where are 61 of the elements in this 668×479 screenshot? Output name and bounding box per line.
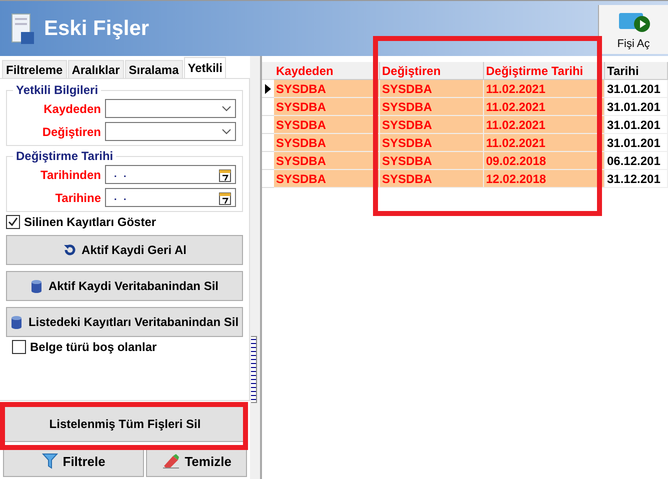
filter-icon <box>42 453 58 469</box>
table-cell: 11.02.2021 <box>484 134 605 152</box>
splitter-grip[interactable] <box>251 336 257 403</box>
field-label: Değiştiren <box>41 124 101 138</box>
date-field[interactable]: . . <box>105 188 236 207</box>
table-cell: SYSDBA <box>380 80 484 98</box>
table-cell: 31.01.201 <box>605 98 668 116</box>
table-cell: 06.12.201 <box>605 152 668 170</box>
database-icon <box>10 314 24 330</box>
action-button[interactable]: Aktif Kaydi Veritabanindan Sil <box>6 271 243 301</box>
database-icon <box>30 278 44 294</box>
calendar-icon <box>219 168 231 182</box>
tab[interactable]: Yetkili <box>184 57 226 78</box>
current-row-icon <box>265 84 271 94</box>
field-label: Kaydeden <box>42 102 101 116</box>
toolbar-button[interactable]: Fişi Aç <box>598 5 668 54</box>
window-title: Eski Fişler <box>44 16 150 40</box>
table-cell: SYSDBA <box>380 98 484 116</box>
undo-icon <box>62 243 77 257</box>
tab[interactable]: Sıralama <box>124 60 183 78</box>
table-cell: SYSDBA <box>380 152 484 170</box>
group-title: Değiştirme Tarihi <box>15 149 114 163</box>
group-title: Yetkili Bilgileri <box>15 83 100 97</box>
date-field[interactable]: . . <box>105 165 236 184</box>
table-cell: 11.02.2021 <box>484 80 605 98</box>
table-cell: 31.12.201 <box>605 170 668 188</box>
tab[interactable]: Filtreleme <box>2 60 67 78</box>
field-label: Tarihinden <box>40 168 101 182</box>
table-cell: SYSDBA <box>380 134 484 152</box>
calendar-icon <box>219 190 231 204</box>
checkbox[interactable] <box>12 340 26 354</box>
checkbox-label: Belge türü boş olanlar <box>30 340 157 354</box>
table-cell: 31.01.201 <box>605 80 668 98</box>
table-cell: 12.02.2018 <box>484 170 605 188</box>
eraser-icon <box>162 453 180 469</box>
table-cell: SYSDBA <box>274 98 380 116</box>
table-cell: SYSDBA <box>380 116 484 134</box>
column-header[interactable]: Kaydeden <box>274 62 380 80</box>
table-cell: SYSDBA <box>274 80 380 98</box>
column-header[interactable]: Değiştiren <box>380 62 484 80</box>
column-header[interactable]: Tarihi <box>605 62 668 80</box>
table-cell: 31.01.201 <box>605 116 668 134</box>
table-cell: SYSDBA <box>274 134 380 152</box>
table-cell: SYSDBA <box>274 152 380 170</box>
action-button[interactable]: Listedeki Kayıtları Veritabanindan Sil <box>6 307 243 337</box>
table-cell: SYSDBA <box>274 116 380 134</box>
table-cell: 09.02.2018 <box>484 152 605 170</box>
checkbox[interactable] <box>6 215 20 229</box>
column-header[interactable]: Değiştirme Tarihi <box>484 62 605 80</box>
document-icon <box>10 12 36 46</box>
table-cell: 31.01.201 <box>605 134 668 152</box>
checkbox-label: Silinen Kayıtları Göster <box>24 215 156 229</box>
tab[interactable]: Aralıklar <box>68 60 124 78</box>
action-button[interactable]: Aktif Kaydi Geri Al <box>6 235 243 265</box>
dropdown-field[interactable] <box>105 122 236 141</box>
table-cell: SYSDBA <box>274 170 380 188</box>
table-cell: 11.02.2021 <box>484 116 605 134</box>
dropdown-field[interactable] <box>105 99 236 118</box>
table-cell: SYSDBA <box>380 170 484 188</box>
table-cell: 11.02.2021 <box>484 98 605 116</box>
field-label: Tarihine <box>54 190 101 204</box>
